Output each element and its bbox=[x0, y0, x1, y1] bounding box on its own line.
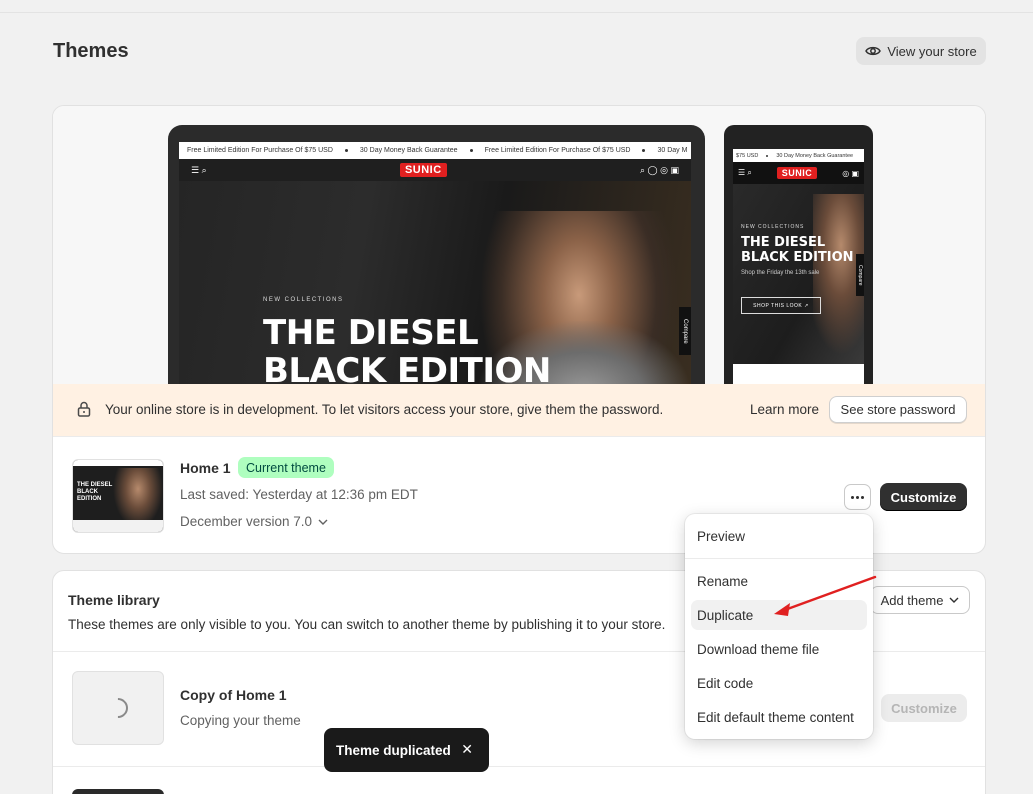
thumbnail-headline: THE DIESEL BLACK EDITION bbox=[77, 482, 113, 502]
copy-theme-thumbnail bbox=[72, 671, 164, 745]
hero-headline-line: BLACK EDITION bbox=[741, 250, 854, 265]
current-theme-thumbnail: THE DIESEL BLACK EDITION bbox=[72, 459, 164, 533]
annotation-arrow-icon bbox=[774, 575, 877, 616]
mobile-announcement-bar: $75 USD 30 Day Money Back Guarantee bbox=[733, 149, 864, 162]
menu-item-preview[interactable]: Preview bbox=[691, 521, 867, 551]
ticker-text: $75 USD bbox=[736, 152, 759, 159]
nav-icons: ◎ ▣ bbox=[842, 168, 859, 178]
current-theme-badge: Current theme bbox=[238, 457, 334, 478]
library-theme-status: Copying your theme bbox=[180, 713, 301, 728]
chevron-down-icon bbox=[318, 519, 328, 525]
chevron-down-icon bbox=[949, 597, 959, 603]
lock-icon bbox=[77, 401, 91, 417]
menu-divider bbox=[685, 558, 873, 559]
version-label: December version 7.0 bbox=[180, 514, 313, 529]
more-actions-button[interactable] bbox=[844, 484, 871, 510]
nav-icons: ⌕ ◯ ◎ ▣ bbox=[640, 164, 679, 175]
store-nav: ☰ ⌕ SUNIC ⌕ ◯ ◎ ▣ bbox=[179, 159, 691, 181]
library-theme-name: Copy of Home 1 bbox=[180, 687, 287, 703]
hero-headline-line: THE DIESEL bbox=[263, 313, 479, 353]
dot-icon bbox=[856, 495, 859, 499]
add-theme-button[interactable]: Add theme bbox=[870, 586, 970, 614]
hero-eyebrow: NEW COLLECTIONS bbox=[263, 297, 344, 303]
ticker-text: 30 Day Money Back Guarantee bbox=[359, 147, 458, 154]
last-saved-text: Last saved: Yesterday at 12:36 pm EDT bbox=[180, 487, 418, 502]
mobile-hero-headline: THE DIESEL BLACK EDITION bbox=[741, 235, 854, 265]
ticker-text: Free Limited Edition For Purchase Of $75… bbox=[187, 147, 333, 154]
theme-library-subtitle: These themes are only visible to you. Yo… bbox=[68, 617, 666, 632]
see-store-password-button[interactable]: See store password bbox=[829, 396, 967, 423]
menu-item-edit-default-theme-content[interactable]: Edit default theme content bbox=[691, 702, 867, 732]
eye-icon bbox=[865, 46, 882, 56]
hero-headline: THE DIESEL BLACK EDITION bbox=[263, 314, 551, 384]
development-banner: Your online store is in development. To … bbox=[53, 384, 985, 436]
mobile-screen: $75 USD 30 Day Money Back Guarantee ☰ ⌕ … bbox=[733, 149, 864, 384]
theme-actions-menu: Preview Rename Duplicate Download theme … bbox=[685, 514, 873, 739]
mobile-hero-subtext: Shop the Friday the 13th sale bbox=[741, 270, 820, 276]
customize-button[interactable]: Customize bbox=[880, 483, 967, 511]
spinner-icon bbox=[103, 693, 133, 723]
mobile-hero: NEW COLLECTIONS THE DIESEL BLACK EDITION… bbox=[733, 184, 864, 364]
mobile-store-nav: ☰ ⌕ SUNIC ◎ ▣ bbox=[733, 162, 864, 184]
ticker-text: 30 Day Money Back Guarantee bbox=[776, 152, 854, 159]
menu-search-icon: ☰ ⌕ bbox=[738, 168, 752, 177]
store-logo: SUNIC bbox=[399, 163, 447, 177]
library-customize-button: Customize bbox=[881, 694, 967, 722]
ticker-text: 30 Day M bbox=[657, 147, 688, 154]
current-theme-card: Free Limited Edition For Purchase Of $75… bbox=[52, 105, 986, 554]
theme-version-dropdown[interactable]: December version 7.0 bbox=[180, 514, 328, 529]
mobile-hero-eyebrow: NEW COLLECTIONS bbox=[741, 224, 805, 230]
close-icon[interactable]: ✕ bbox=[461, 741, 473, 758]
divider bbox=[53, 766, 985, 767]
compare-tab: Compare bbox=[679, 307, 691, 355]
toast-notification: Theme duplicated ✕ bbox=[324, 728, 489, 772]
ticker-text: Free Limited Edition For Purchase Of $75… bbox=[484, 147, 631, 154]
store-logo: SUNIC bbox=[776, 167, 818, 179]
announcement-bar: Free Limited Edition For Purchase Of $75… bbox=[179, 142, 691, 159]
library-theme-thumbnail bbox=[72, 789, 164, 794]
hero-headline-line: THE DIESEL bbox=[741, 235, 826, 250]
page-title: Themes bbox=[53, 40, 129, 62]
mobile-bottom bbox=[733, 364, 864, 384]
current-theme-name: Home 1 bbox=[180, 460, 231, 476]
learn-more-link[interactable]: Learn more bbox=[750, 402, 819, 417]
theme-preview[interactable]: Free Limited Edition For Purchase Of $75… bbox=[53, 106, 985, 384]
desktop-screen: Free Limited Edition For Purchase Of $75… bbox=[179, 142, 691, 384]
dot-icon bbox=[851, 495, 854, 499]
mobile-preview: $75 USD 30 Day Money Back Guarantee ☰ ⌕ … bbox=[724, 125, 873, 384]
dot-icon bbox=[861, 495, 864, 499]
banner-message: Your online store is in development. To … bbox=[105, 402, 664, 417]
top-divider bbox=[0, 12, 1033, 13]
mobile-cta: SHOP THIS LOOK ↗ bbox=[741, 297, 821, 314]
theme-library-title: Theme library bbox=[68, 592, 160, 608]
view-store-label: View your store bbox=[887, 43, 977, 59]
desktop-preview: Free Limited Edition For Purchase Of $75… bbox=[168, 125, 705, 384]
view-store-button[interactable]: View your store bbox=[856, 37, 986, 65]
hero-headline-line: BLACK EDITION bbox=[263, 351, 551, 384]
add-theme-label: Add theme bbox=[880, 592, 944, 608]
menu-item-download-theme-file[interactable]: Download theme file bbox=[691, 634, 867, 664]
menu-item-edit-code[interactable]: Edit code bbox=[691, 668, 867, 698]
menu-search-icon: ☰ ⌕ bbox=[191, 164, 207, 175]
toast-message: Theme duplicated bbox=[336, 742, 451, 758]
mobile-compare-tab: Compare bbox=[856, 254, 864, 296]
